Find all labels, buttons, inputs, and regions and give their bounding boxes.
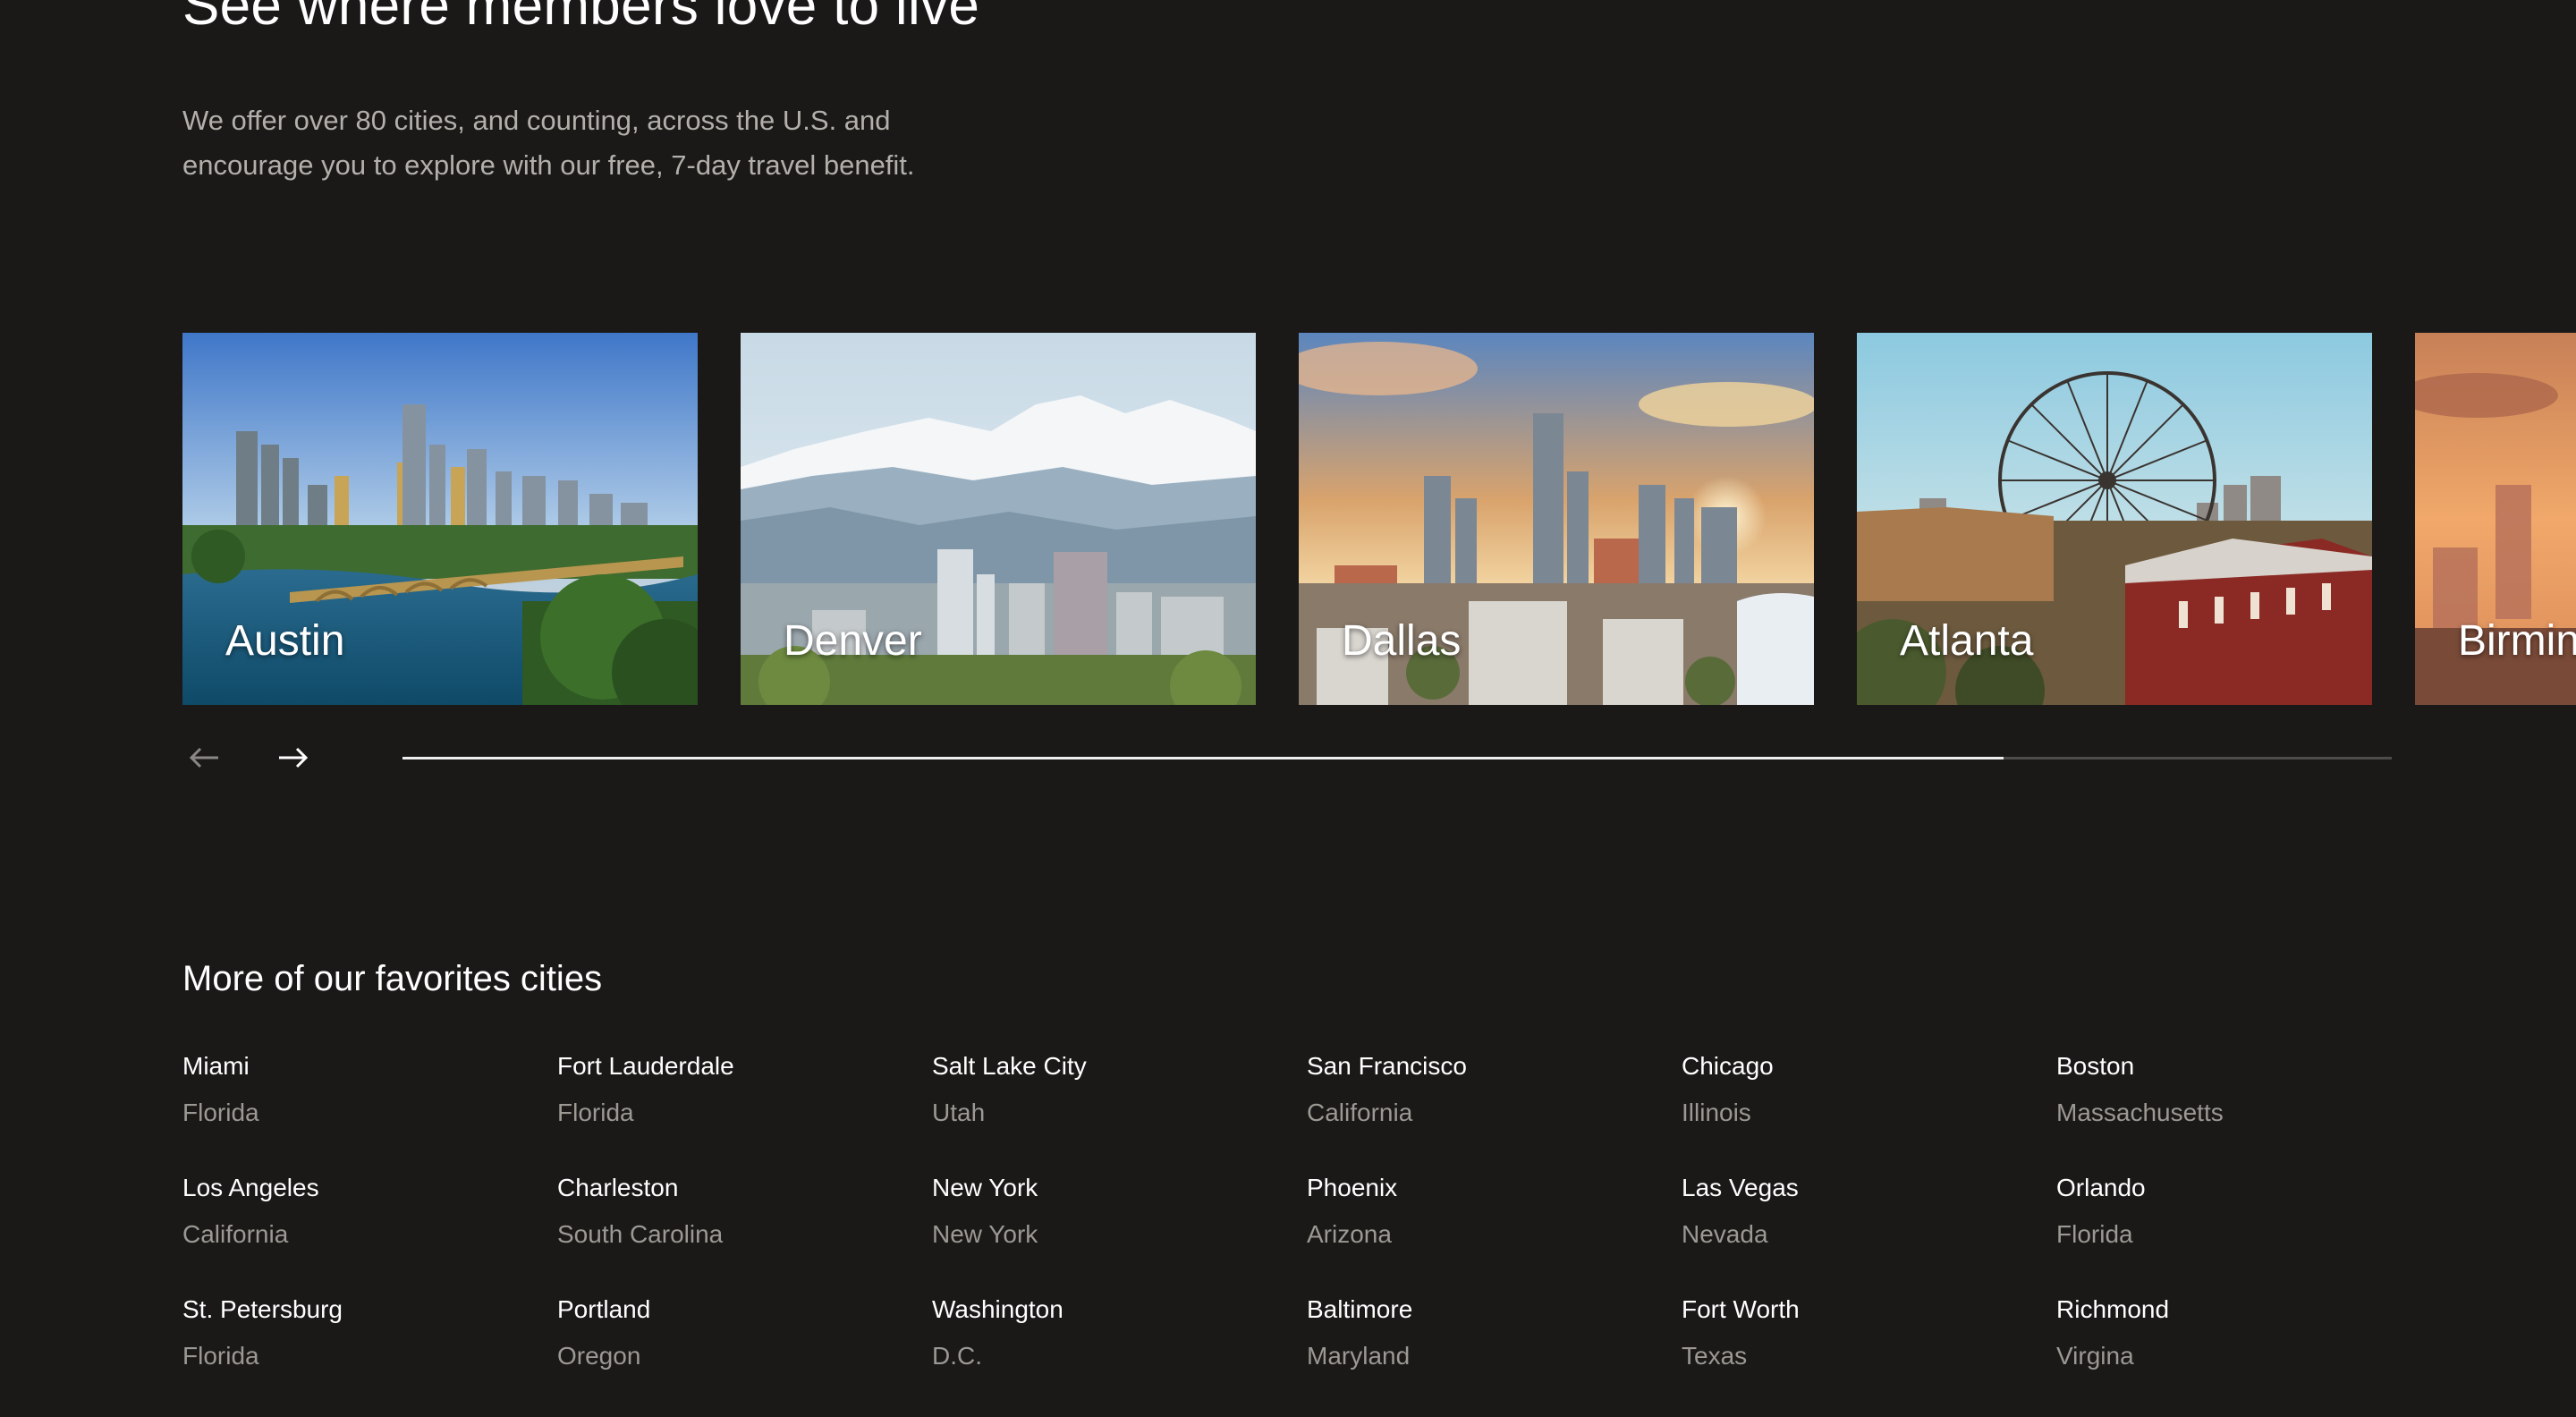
- city-link[interactable]: Richmond Virgina: [2056, 1286, 2431, 1408]
- city-state: Nevada: [1682, 1220, 1768, 1248]
- city-name: Fort Lauderdale: [557, 1052, 734, 1080]
- city-name: Fort Worth: [1682, 1295, 1800, 1323]
- city-name: Salt Lake City: [932, 1052, 1087, 1080]
- city-name: Washington: [932, 1295, 1063, 1323]
- arrow-left-icon: [189, 747, 218, 768]
- city-name: Baltimore: [1307, 1295, 1413, 1323]
- city-link[interactable]: St. Petersburg Florida: [182, 1286, 557, 1408]
- city-card-label: Denver: [784, 617, 922, 665]
- city-state: Illinois: [1682, 1099, 1751, 1126]
- city-link[interactable]: Fort Lauderdale Florida: [557, 1043, 932, 1165]
- city-name: Orlando: [2056, 1174, 2146, 1201]
- city-name: Portland: [557, 1295, 651, 1323]
- city-card-label: Atlanta: [1900, 617, 2034, 665]
- carousel-controls: [182, 735, 2392, 780]
- page: See where members love to live We offer …: [0, 0, 2576, 1417]
- city-card-dallas[interactable]: Dallas: [1299, 333, 1814, 705]
- carousel-prev-button[interactable]: [182, 735, 227, 780]
- city-link[interactable]: New York New York: [932, 1165, 1307, 1286]
- city-state: California: [182, 1220, 289, 1248]
- city-name: San Francisco: [1307, 1052, 1467, 1080]
- city-link[interactable]: Portland Oregon: [557, 1286, 932, 1408]
- city-link[interactable]: Chicago Illinois: [1682, 1043, 2056, 1165]
- city-state: Oregon: [557, 1342, 641, 1370]
- city-state: New York: [932, 1220, 1038, 1248]
- city-card-label: Austin: [225, 617, 345, 665]
- city-card-birmingham[interactable]: Birmin: [2415, 333, 2576, 705]
- city-link[interactable]: Washington D.C.: [932, 1286, 1307, 1408]
- city-state: D.C.: [932, 1342, 982, 1370]
- city-link[interactable]: Los Angeles California: [182, 1165, 557, 1286]
- city-state: Florida: [182, 1099, 259, 1126]
- city-state: Arizona: [1307, 1220, 1392, 1248]
- city-link[interactable]: Salt Lake City Utah: [932, 1043, 1307, 1165]
- city-name: Los Angeles: [182, 1174, 319, 1201]
- city-link[interactable]: Charleston South Carolina: [557, 1165, 932, 1286]
- city-name: Charleston: [557, 1174, 679, 1201]
- page-title: See where members love to live: [182, 0, 980, 37]
- city-link[interactable]: Miami Florida: [182, 1043, 557, 1165]
- city-name: Chicago: [1682, 1052, 1774, 1080]
- city-carousel: Austin Denver Dallas Atlanta Birmin: [182, 333, 2576, 705]
- favorites-title: More of our favorites cities: [182, 959, 603, 998]
- city-state: Massachusetts: [2056, 1099, 2224, 1126]
- city-state: Texas: [1682, 1342, 1748, 1370]
- city-name: Miami: [182, 1052, 250, 1080]
- city-link[interactable]: Las Vegas Nevada: [1682, 1165, 2056, 1286]
- arrow-right-icon: [279, 747, 309, 768]
- city-state: Maryland: [1307, 1342, 1411, 1370]
- city-state: South Carolina: [557, 1220, 724, 1248]
- page-subtitle: We offer over 80 cities, and counting, a…: [182, 105, 915, 181]
- city-name: Phoenix: [1307, 1174, 1398, 1201]
- carousel-next-button[interactable]: [270, 735, 315, 780]
- city-link[interactable]: Orlando Florida: [2056, 1165, 2431, 1286]
- city-card-label: Dallas: [1342, 617, 1462, 665]
- city-name: New York: [932, 1174, 1038, 1201]
- city-link[interactable]: Baltimore Maryland: [1307, 1286, 1682, 1408]
- city-link[interactable]: San Francisco California: [1307, 1043, 1682, 1165]
- carousel-progress-fill: [402, 757, 2004, 759]
- favorite-cities-grid: Miami Florida Fort Lauderdale Florida Salt L…: [182, 1043, 2436, 1408]
- city-name: Boston: [2056, 1052, 2135, 1080]
- city-state: Utah: [932, 1099, 986, 1126]
- city-state: California: [1307, 1099, 1413, 1126]
- city-name: St. Petersburg: [182, 1295, 343, 1323]
- city-name: Richmond: [2056, 1295, 2170, 1323]
- city-card-austin[interactable]: Austin: [182, 333, 698, 705]
- city-card-atlanta[interactable]: Atlanta: [1857, 333, 2372, 705]
- city-link[interactable]: Boston Massachusetts: [2056, 1043, 2431, 1165]
- city-link[interactable]: Phoenix Arizona: [1307, 1165, 1682, 1286]
- city-state: Florida: [2056, 1220, 2133, 1248]
- carousel-progress-track[interactable]: [402, 757, 2392, 759]
- city-state: Virgina: [2056, 1342, 2134, 1370]
- city-card-denver[interactable]: Denver: [741, 333, 1256, 705]
- city-link[interactable]: Fort Worth Texas: [1682, 1286, 2056, 1408]
- city-state: Florida: [182, 1342, 259, 1370]
- city-name: Las Vegas: [1682, 1174, 1799, 1201]
- city-state: Florida: [557, 1099, 634, 1126]
- city-card-label: Birmin: [2458, 617, 2576, 665]
